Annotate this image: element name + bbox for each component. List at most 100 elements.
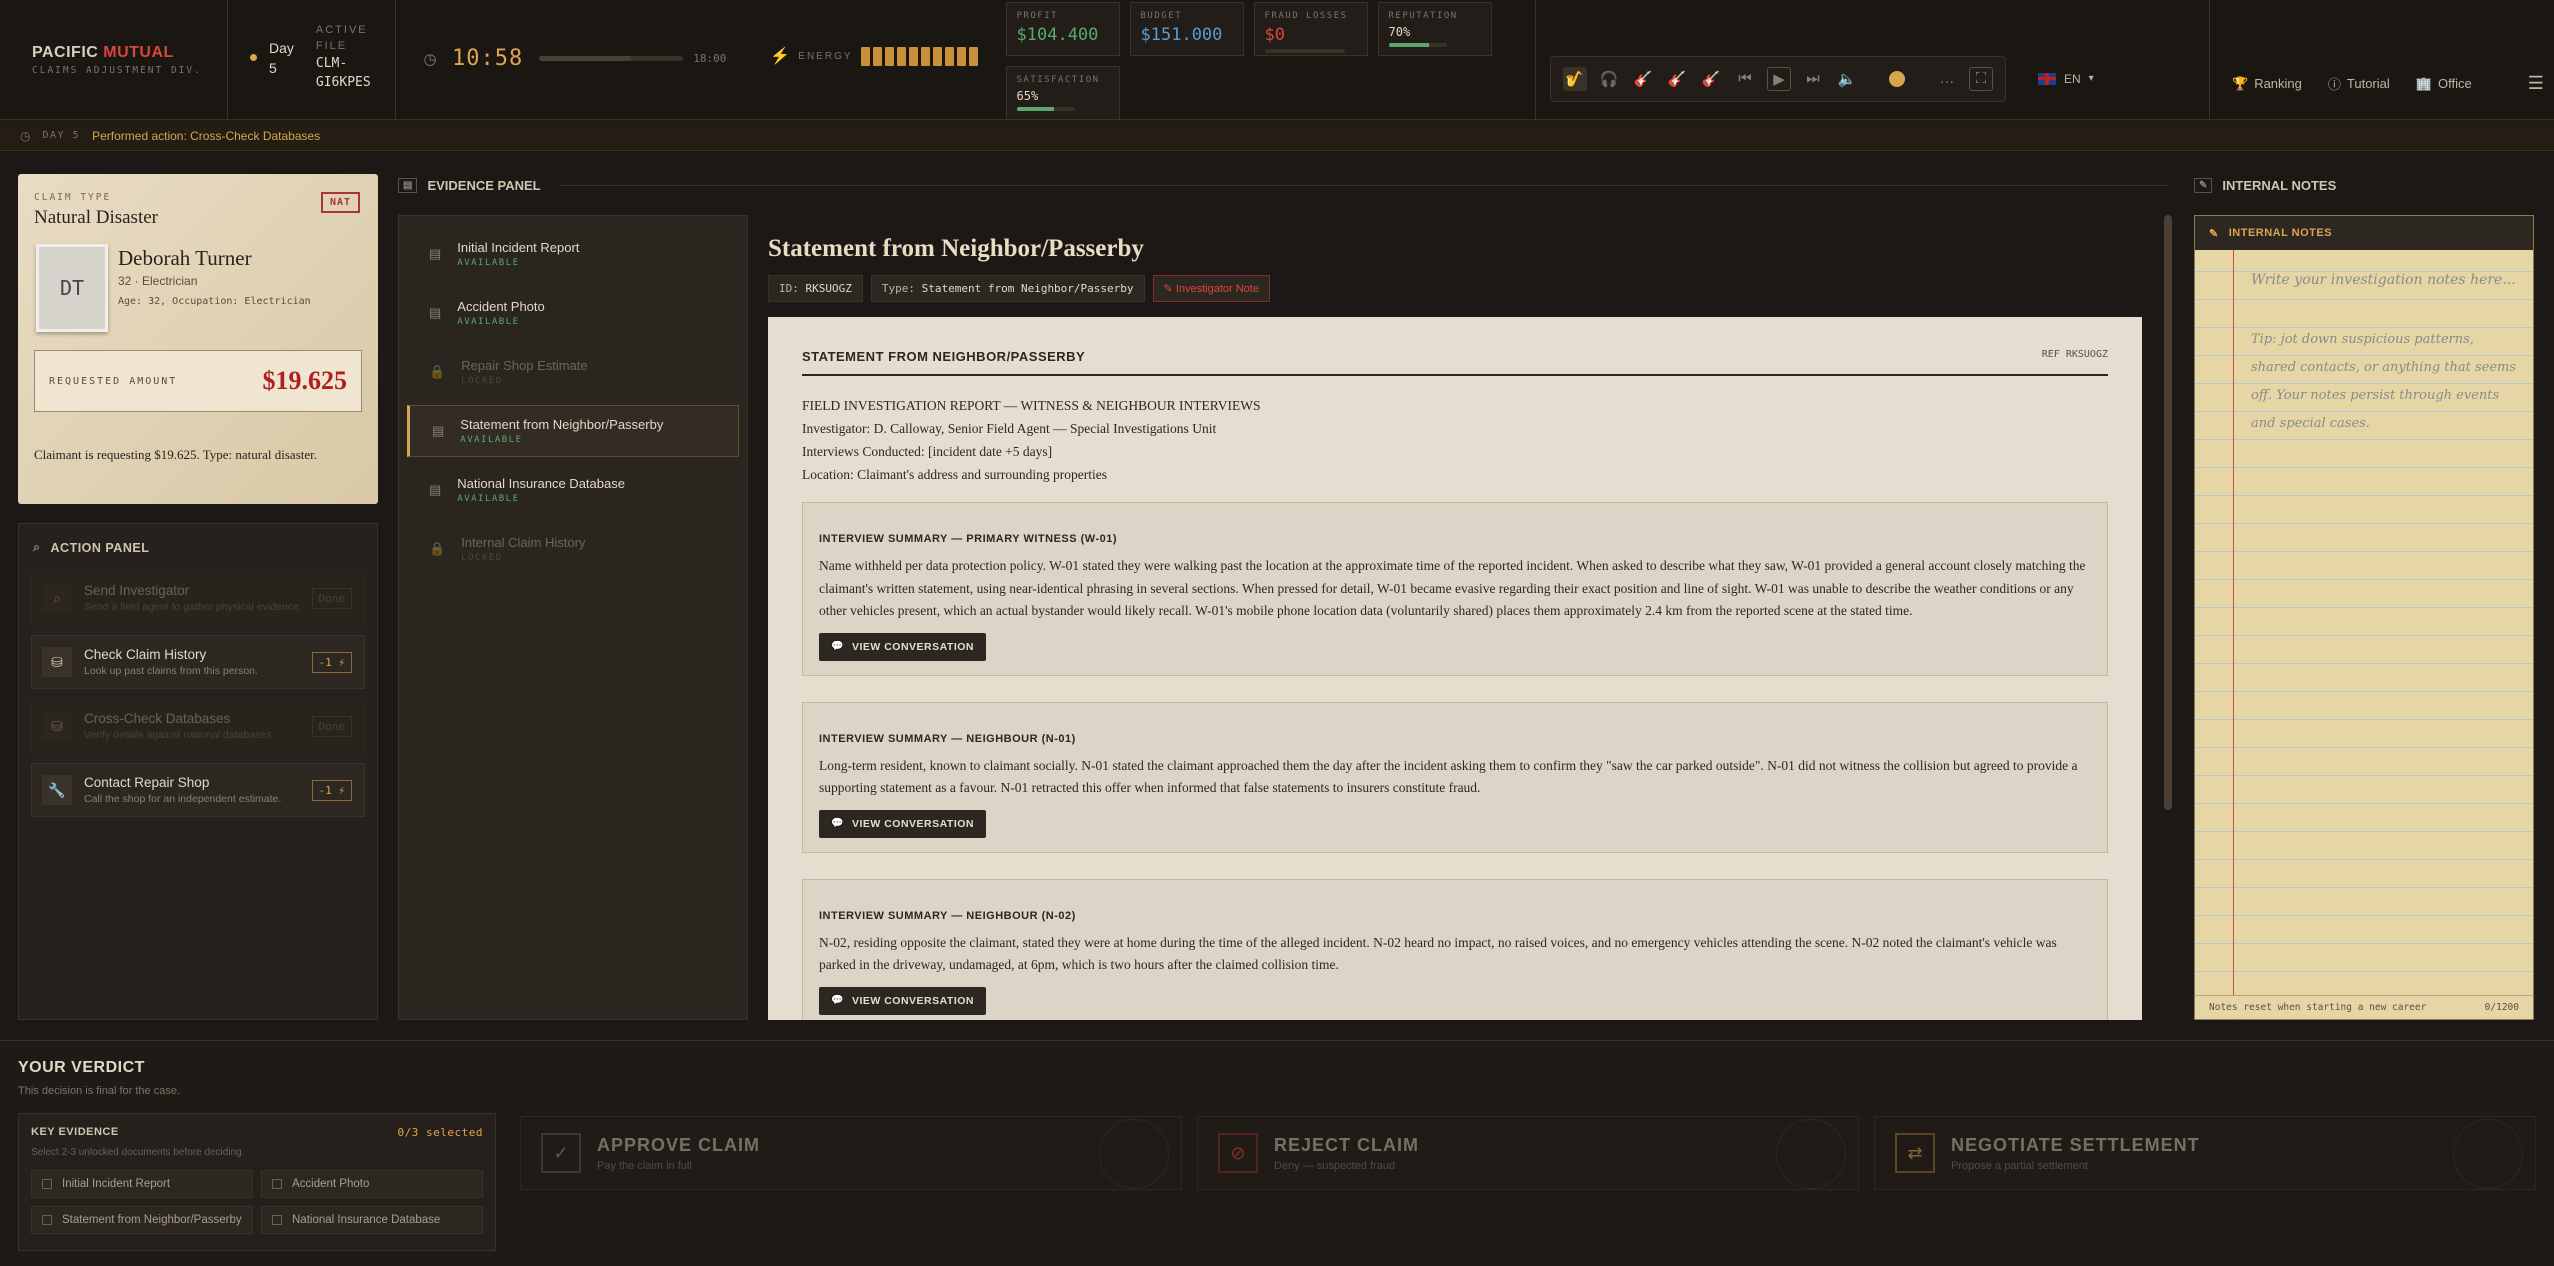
view-conversation-button[interactable]: 💬 VIEW CONVERSATION [819,986,987,1015]
guitar-blue-icon[interactable]: 🎸 [1665,67,1689,91]
notes-tip: Tip: jot down suspicious patterns, share… [2251,332,2517,431]
negotiate-title: NEGOTIATE SETTLEMENT [1951,1134,2200,1155]
action-list: ⌕ Send Investigator Send a field agent to … [19,571,377,817]
reject-claim-button[interactable]: ⊘ REJECT CLAIM Deny — suspected fraud [1197,1116,1859,1190]
document-id-label: ID: [779,282,799,295]
volume-icon[interactable]: 🔈 [1835,67,1859,91]
requested-amount: REQUESTED AMOUNT $19.625 [34,350,362,412]
nav-office[interactable]: 🏢 Office [2416,76,2472,92]
stat-key: SATISFACTION [1016,75,1100,85]
brand-sub: CLAIMS ADJUSTMENT DIV. [32,65,202,76]
action-contact-repair-shop[interactable]: 🔧 Contact Repair Shop Call the shop for an… [31,763,365,817]
document-icon: ▤ [398,177,418,193]
energy-segment [872,46,882,66]
claim-type-label: CLAIM TYPE [34,192,112,203]
menu-icon[interactable]: ☰ [2528,73,2544,94]
reject-title: REJECT CLAIM [1274,1134,1420,1155]
stat-value: 70% [1388,25,1411,39]
key-evidence-checkbox[interactable]: Initial Incident Report [31,1170,253,1198]
notes-edit-icon: ✎ [2209,227,2219,240]
volume-knob[interactable] [1889,70,1905,87]
view-conversation-label: VIEW CONVERSATION [851,994,975,1007]
guitar-alt-icon[interactable]: 🎸 [1699,67,1723,91]
notes-pad[interactable]: ✎ INTERNAL NOTES Write your investigation… [2194,215,2534,1020]
energy-segment [908,46,918,66]
clock-time: 10:58 [452,46,524,71]
lock-icon: 🔒 [429,541,446,556]
approve-desc: Pay the claim in full [597,1159,692,1172]
action-title: Check Claim History [84,646,207,662]
time-progress [539,56,684,61]
previous-icon[interactable]: ⏮ [1733,67,1757,91]
evidence-item-initial-incident-report[interactable]: ▤ Initial Incident Report AVAILABLE [407,228,739,280]
fullscreen-icon[interactable]: ⛶ [1969,66,1993,91]
activity-clock-icon: ◷ [20,128,31,143]
action-send-investigator[interactable]: ⌕ Send Investigator Send a field agent to … [31,571,365,625]
negotiate-settlement-button[interactable]: ⇄ NEGOTIATE SETTLEMENT Propose a partial … [1874,1116,2536,1190]
key-evidence-checkbox[interactable]: National Insurance Database [261,1206,483,1234]
music-style-icon[interactable]: 🎷 [1563,66,1587,91]
evidence-item-status: LOCKED [461,376,503,386]
interview-text: Name withheld per data protection policy… [819,558,2086,618]
database-icon: ⛁ [42,647,72,677]
view-conversation-button[interactable]: 💬 VIEW CONVERSATION [819,632,987,661]
paper-intro: FIELD INVESTIGATION REPORT — WITNESS & N… [802,394,2108,486]
view-conversation-button[interactable]: 💬 VIEW CONVERSATION [819,809,987,838]
document-tags: ID: RKSUOGZ Type: Statement from Neighbo… [768,275,2168,302]
chat-icon: 💬 [831,818,844,829]
action-title: Cross-Check Databases [84,710,231,726]
evidence-item-status: AVAILABLE [457,494,520,504]
approve-claim-button[interactable]: ✓ APPROVE CLAIM Pay the claim in full [520,1116,1182,1190]
interview-heading: INTERVIEW SUMMARY — PRIMARY WITNESS (W-0… [819,533,1118,545]
intro-line: Interviews Conducted: [incident date +5 … [802,444,1053,459]
document-type-label: Type: [881,282,915,295]
next-icon[interactable]: ⏭ [1801,67,1825,91]
file-label-1: ACTIVE [315,24,368,36]
evidence-item-repair-shop-estimate[interactable]: 🔒 Repair Shop Estimate LOCKED [407,346,739,398]
action-cost: -1 ⚡ [311,780,352,801]
guitar-icon[interactable]: 🎸 [1631,67,1655,91]
clock: ◷ 10:58 18:00 [418,46,726,71]
wrench-icon: 🔧 [42,775,72,805]
bolt-icon: ⚡ [770,48,791,65]
music-controls: 🎷 🎧 🎸 🎸 🎸 ⏮ ▶ ⏭ 🔈 … ⛶ [1550,55,2006,102]
nav-ranking[interactable]: 🏆 Ranking [2232,76,2302,92]
file-icon: ▤ [429,246,442,261]
brand: PACIFIC MUTUAL CLAIMS ADJUSTMENT DIV. [0,0,228,120]
claim-type: Natural Disaster [34,207,158,228]
controls: 🎷 🎧 🎸 🎸 🎸 ⏮ ▶ ⏭ 🔈 … ⛶ EN ▾ [1536,0,2210,120]
action-check-claim-history[interactable]: ⛁ Check Claim History Look up past claims … [31,635,365,689]
energy-segment [896,46,906,66]
file-id-1: CLM- [315,56,348,71]
track-menu-icon[interactable]: … [1935,67,1959,91]
key-evidence-checkbox[interactable]: Statement from Neighbor/Passerby [31,1206,253,1234]
clock-end: 18:00 [693,52,727,65]
nav-tutorial[interactable]: ⓘ Tutorial [2328,74,2390,93]
play-icon[interactable]: ▶ [1767,66,1791,91]
stat-bar [1388,43,1447,47]
energy-bar [860,46,978,66]
notes-placeholder[interactable]: Write your investigation notes here... [2251,272,2516,288]
investigator-note-tag[interactable]: ✎ Investigator Note [1152,275,1270,302]
evidence-item-title: Repair Shop Estimate [461,358,588,373]
negotiate-desc: Propose a partial settlement [1951,1159,2088,1172]
evidence-item-accident-photo[interactable]: ▤ Accident Photo AVAILABLE [407,287,739,339]
paper-ref: REF RKSUOGZ [2041,349,2108,360]
evidence-item-statement-from-neighbor-passerby[interactable]: ▤ Statement from Neighbor/Passerby AVAILAB… [407,405,739,457]
edit-icon: ✎ [2194,177,2213,193]
headphones-icon[interactable]: 🎧 [1597,67,1621,91]
key-evidence-checkbox[interactable]: Accident Photo [261,1170,483,1198]
uk-flag-icon [2038,72,2056,85]
notes-char-count: 0/1200 [2484,1002,2519,1013]
evidence-item-internal-claim-history[interactable]: 🔒 Internal Claim History LOCKED [407,523,739,575]
stat-satisfaction: SATISFACTION 65% [1005,66,1120,120]
document-area: Statement from Neighbor/Passerby ID: RKS… [768,215,2168,1020]
action-cross-check-databases[interactable]: ⛁ Cross-Check Databases Verify details aga… [31,699,365,753]
document-scrollbar[interactable] [2164,215,2172,810]
action-panel-header: ⌕ ACTION PANEL [19,524,377,571]
language-selector[interactable]: EN ▾ [2038,72,2094,86]
avatar: DT [36,244,108,332]
action-panel-title: ACTION PANEL [50,540,150,555]
evidence-item-national-insurance-database[interactable]: ▤ National Insurance Database AVAILABLE [407,464,739,516]
energy-segment [944,46,954,66]
